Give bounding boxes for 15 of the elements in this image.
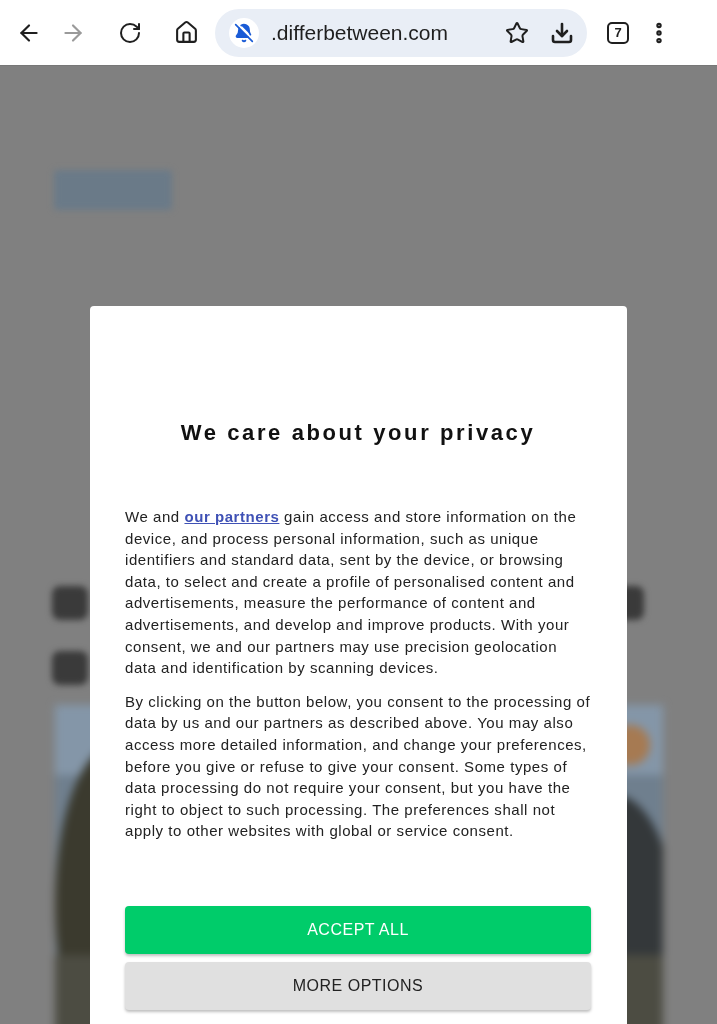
home-icon[interactable] bbox=[174, 20, 199, 45]
consent-paragraph: By clicking on the button below, you consent to the processing of data by us and our partners as described above. You may also access more detailed information, and change your preferences, before you give or refuse to give your consent. Some types of data processing do not require your consent, but you have the right to object to such processing. The preferences shall not apply to other websites with global or service consent. bbox=[125, 691, 591, 842]
download-icon[interactable] bbox=[550, 20, 574, 45]
reload-icon[interactable] bbox=[117, 20, 142, 45]
url-text: .differbetween.com bbox=[271, 20, 450, 45]
partners-link[interactable]: our partners bbox=[184, 508, 280, 525]
tab-count-button[interactable]: 7 bbox=[607, 21, 629, 44]
address-bar[interactable]: .differbetween.com bbox=[215, 8, 587, 57]
blurred-heading bbox=[52, 651, 88, 685]
star-icon[interactable] bbox=[505, 20, 529, 45]
dialog-title: We care about your privacy bbox=[179, 420, 537, 446]
blurred-heading bbox=[52, 586, 88, 620]
consent-paragraph: We and our partners gain access and store information on the device, and process personal information, such as unique identifiers and standard data, sent by the device, or browsing data, to select and create a profile of personalised content and advertisements, measure the performance of content and advertisements, and develop and improve products. With your consent, we and our partners may use precision geolocation data and identification by scanning devices. bbox=[125, 507, 578, 679]
bell-off-icon[interactable] bbox=[229, 17, 259, 48]
options-button[interactable]: MORE OPTIONS bbox=[125, 961, 591, 1010]
